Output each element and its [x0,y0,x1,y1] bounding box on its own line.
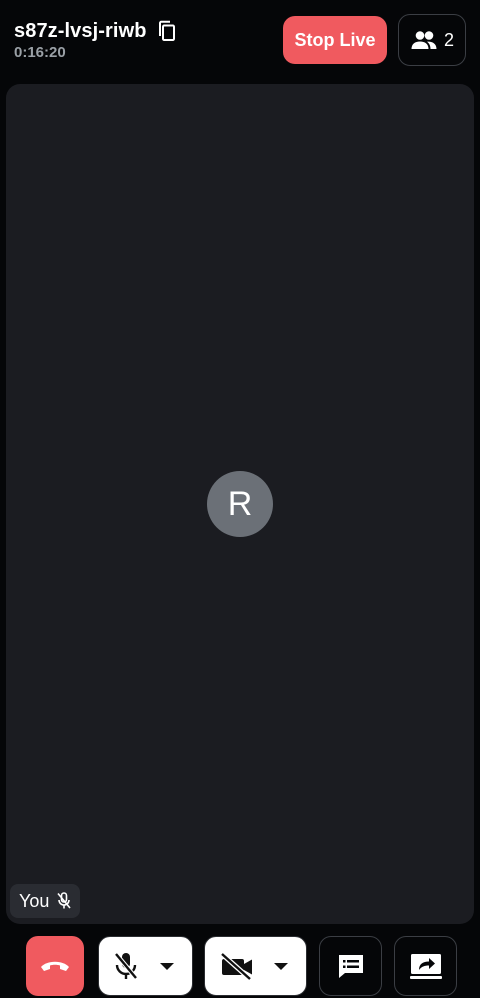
mic-off-icon [57,892,71,910]
camera-toggle-button[interactable] [204,936,307,996]
screen-share-button[interactable] [394,936,457,996]
participant-name: You [19,890,50,911]
avatar: R [207,471,273,537]
camera-off-icon [219,951,255,981]
screen-share-icon [409,951,443,981]
participant-name-badge: You [10,884,81,918]
people-icon [410,30,438,50]
chevron-down-icon[interactable] [160,962,174,970]
end-call-button[interactable] [26,936,84,996]
participant-video-tile[interactable]: R You [6,84,474,924]
stop-live-button[interactable]: Stop Live [283,16,387,64]
copy-icon[interactable] [157,19,179,43]
mic-toggle-button[interactable] [98,936,193,996]
chat-button[interactable] [319,936,382,996]
meeting-id-row: s87z-lvsj-riwb [14,19,179,43]
chevron-down-icon[interactable] [274,962,288,970]
meeting-id: s87z-lvsj-riwb [14,19,147,42]
phone-hangup-icon [39,958,71,974]
mic-off-icon [113,951,139,981]
chat-icon [336,952,366,980]
participant-count: 2 [443,29,454,50]
meeting-duration: 0:16:20 [14,44,66,61]
meeting-screen: s87z-lvsj-riwb 0:16:20 Stop Live 2 R You [0,0,480,998]
participants-button[interactable]: 2 [398,14,466,66]
meeting-header: s87z-lvsj-riwb 0:16:20 Stop Live 2 [0,0,480,80]
control-bar [0,924,480,998]
